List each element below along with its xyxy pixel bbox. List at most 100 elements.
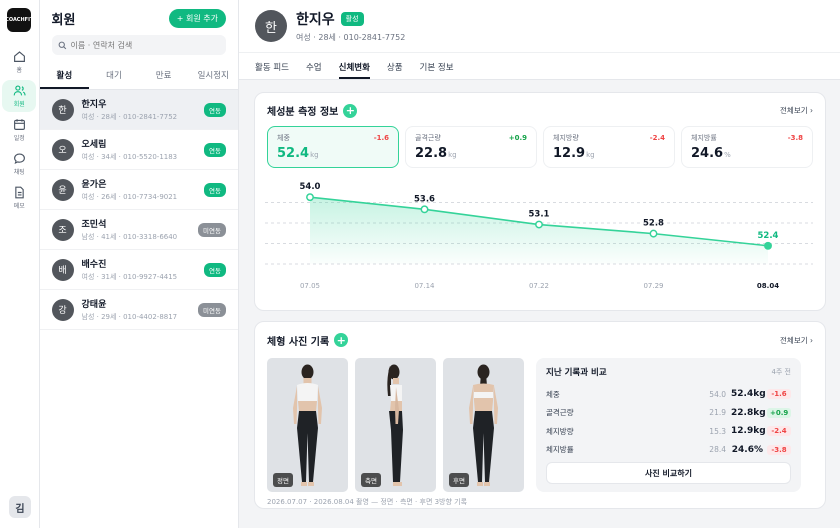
member-row[interactable]: 조 조민석 남성 · 41세 · 010-3318-6640 미연동 xyxy=(39,210,238,250)
member-info: 배수진 여성 · 31세 · 010-9927-4415 xyxy=(82,257,205,282)
metric-unit: kg xyxy=(586,151,595,159)
member-name: 강태윤 xyxy=(81,300,107,310)
rail-label-schedule: 일정 xyxy=(13,135,25,142)
tab-classes[interactable]: 수업 xyxy=(306,53,322,79)
add-measurement-button[interactable]: + xyxy=(343,103,358,118)
rail-item-members[interactable]: 회원 xyxy=(2,80,37,112)
record-comparison-panel: 지난 기록과 비교 4주 전 체중 54.0 52.4kg -1.6 골격근량 … xyxy=(536,358,801,492)
chat-icon xyxy=(13,153,25,164)
tab-active[interactable]: 활성 xyxy=(39,63,90,89)
chart-point xyxy=(420,205,429,214)
member-row[interactable]: 배 배수진 여성 · 31세 · 010-9927-4415 연동 xyxy=(39,250,238,290)
comparison-row: 체지방률 28.4 24.6% -3.8 xyxy=(546,441,791,460)
chart-data-label: 52.4 xyxy=(758,231,779,241)
member-row[interactable]: 윤 윤가은 여성 · 26세 · 010-7734-9021 연동 xyxy=(39,170,238,210)
side-photo[interactable]: 측면 xyxy=(355,358,436,492)
comparison-current: 22.8kg xyxy=(731,407,766,418)
metric-body-fat-mass[interactable]: 체지방량 -2.4 12.9kg xyxy=(543,126,675,168)
search-icon xyxy=(58,41,66,49)
view-all-measurements-link[interactable]: 전체보기 › xyxy=(780,105,813,116)
rail-item-home[interactable]: 홈 xyxy=(2,46,36,78)
chart-point xyxy=(306,193,314,202)
chart-x-tick-label: 08.04 xyxy=(757,282,779,290)
rail-item-schedule[interactable]: 일정 xyxy=(2,114,36,146)
member-avatar: 조 xyxy=(51,218,74,241)
link-status-badge: 연동 xyxy=(204,262,226,277)
metric-value: 12.9 xyxy=(553,146,586,161)
profile-header: 한 한지우 활성 여성 · 28세 · 010-2841-7752 xyxy=(239,0,840,52)
metric-value: 52.4 xyxy=(277,146,310,161)
comparison-title: 지난 기록과 비교 xyxy=(546,368,607,378)
member-panel-header: 회원 + 회원 추가 xyxy=(40,0,238,55)
member-avatar: 배 xyxy=(51,258,74,281)
link-status-badge: 연동 xyxy=(204,142,226,157)
member-row[interactable]: 오 오세림 여성 · 34세 · 010-5520-1183 연동 xyxy=(39,130,238,170)
member-avatar: 오 xyxy=(51,138,74,161)
home-icon xyxy=(13,51,25,62)
tab-waiting[interactable]: 대기 xyxy=(89,63,139,89)
comparison-header: 지난 기록과 비교 4주 전 xyxy=(546,366,791,378)
weight-trend-chart: 54.0 07.05 53.6 07.14 53.1 07.22 52.8 07.29 52.4… xyxy=(265,182,813,290)
side-figure-image xyxy=(387,364,403,486)
tab-activity-feed[interactable]: 활동 피드 xyxy=(255,53,289,79)
metric-value: 24.6 xyxy=(691,146,724,161)
nav-rail: COACHFIT 홈 회원 일정 채팅 메모 김 xyxy=(0,0,40,528)
user-avatar[interactable]: 김 xyxy=(9,496,31,518)
photo-footer-note: 2026.07.07 · 2026.08.04 촬영 — 정면 · 측면 · 후… xyxy=(267,498,468,506)
member-name: 조민석 xyxy=(81,220,107,230)
photo-label: 후면 xyxy=(449,473,469,487)
status-badge: 활성 xyxy=(340,12,364,26)
metric-weight[interactable]: 체중 -1.6 52.4kg xyxy=(267,126,399,168)
back-photo[interactable]: 후면 xyxy=(443,358,524,492)
view-all-photos-link[interactable]: 전체보기 › xyxy=(780,335,813,346)
profile-avatar: 한 xyxy=(255,10,287,42)
compare-photos-button[interactable]: 사진 비교하기 xyxy=(546,462,791,484)
member-name: 윤가은 xyxy=(81,180,107,190)
link-status-badge: 연동 xyxy=(204,102,226,117)
tab-body-change[interactable]: 신체변화 xyxy=(338,53,370,79)
rail-item-chat[interactable]: 채팅 xyxy=(2,148,36,180)
member-search xyxy=(51,35,226,55)
photo-row: 정면 측면 후면 지난 기록과 비교 4주 전 체중 54.0 52.4kg -… xyxy=(255,358,825,492)
rail-label-memo: 메모 xyxy=(13,203,25,210)
chart-x-tick-label: 07.22 xyxy=(529,282,549,290)
comparison-label: 체지방률 xyxy=(546,445,574,455)
tab-expired[interactable]: 만료 xyxy=(139,63,189,89)
member-panel-title: 회원 xyxy=(51,12,76,28)
comparison-previous: 15.3 xyxy=(709,426,726,436)
metric-body-fat-percent[interactable]: 체지방률 -3.8 24.6% xyxy=(681,126,813,168)
comparison-period: 4주 전 xyxy=(771,368,791,376)
add-photo-button[interactable]: + xyxy=(334,333,349,347)
metric-skeletal-muscle[interactable]: 골격근량 +0.9 22.8kg xyxy=(405,126,537,168)
comparison-delta: -1.6 xyxy=(767,389,791,400)
body-composition-header: 체성분 측정 정보 + 전체보기 › xyxy=(255,93,825,126)
body-composition-card: 체성분 측정 정보 + 전체보기 › 체중 -1.6 52.4kg 골격근량 +… xyxy=(254,92,826,311)
metric-value-wrap: 24.6% xyxy=(691,146,803,161)
member-row[interactable]: 강 강태윤 남성 · 29세 · 010-4402-8817 미연동 xyxy=(39,290,238,330)
member-row[interactable]: 한 한지우 여성 · 28세 · 010-2841-7752 연동 xyxy=(39,90,238,130)
member-name: 오세림 xyxy=(81,140,107,150)
chart-x-tick-label: 07.14 xyxy=(414,282,435,290)
member-name: 배수진 xyxy=(81,260,107,270)
comparison-delta: -3.8 xyxy=(767,444,791,455)
profile-tabs: 활동 피드 수업 신체변화 상품 기본 정보 xyxy=(239,52,840,80)
comparison-previous: 28.4 xyxy=(709,445,726,455)
link-status-badge: 미연동 xyxy=(198,222,226,237)
comparison-row: 골격근량 21.9 22.8kg +0.9 xyxy=(546,404,791,423)
metric-value: 22.8 xyxy=(415,146,448,161)
tab-basic-info[interactable]: 기본 정보 xyxy=(420,53,454,79)
member-search-input[interactable] xyxy=(70,40,221,50)
metric-unit: % xyxy=(724,151,731,159)
tab-paused[interactable]: 일시정지 xyxy=(188,63,238,89)
body-composition-title: 체성분 측정 정보 xyxy=(267,107,339,118)
metric-label: 체지방량 xyxy=(553,134,579,142)
front-photo[interactable]: 정면 xyxy=(267,358,348,492)
tab-products[interactable]: 상품 xyxy=(387,53,403,79)
body-photo-title-wrap: 체형 사진 기록 + xyxy=(267,333,349,348)
profile-text: 한지우 활성 여성 · 28세 · 010-2841-7752 xyxy=(296,9,405,43)
comparison-row: 체중 54.0 52.4kg -1.6 xyxy=(546,385,791,404)
rail-item-memo[interactable]: 메모 xyxy=(2,182,36,214)
chart-data-label: 53.6 xyxy=(414,194,435,204)
add-member-button[interactable]: + 회원 추가 xyxy=(168,8,226,28)
rail-label-members: 회원 xyxy=(13,101,25,108)
